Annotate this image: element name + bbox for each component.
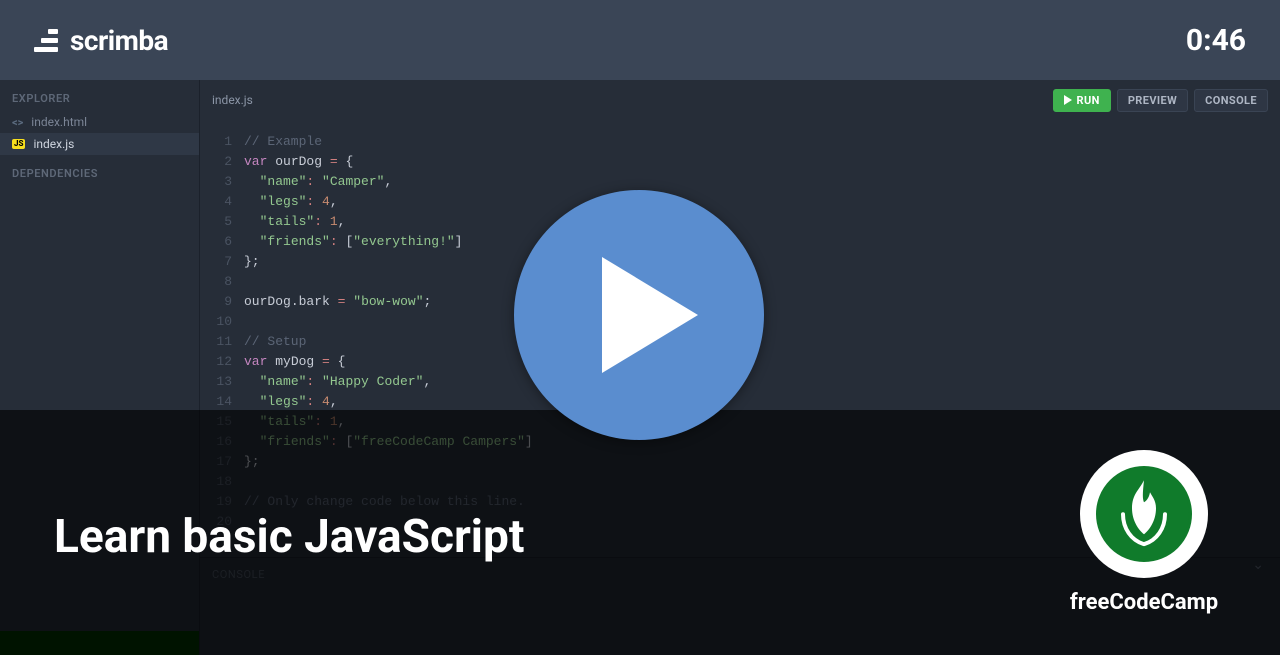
line-number: 12 (200, 352, 244, 372)
org-name: freeCodeCamp (1070, 590, 1218, 615)
line-number: 8 (200, 272, 244, 292)
code-line: 16 "friends": ["freeCodeCamp Campers"] (200, 432, 1280, 452)
line-number: 3 (200, 172, 244, 192)
code-line: 3 "name": "Camper", (200, 172, 1280, 192)
line-number: 2 (200, 152, 244, 172)
html-file-icon: <> (12, 116, 23, 129)
play-icon (1064, 95, 1072, 105)
video-timestamp: 0:46 (1186, 23, 1246, 58)
preview-button[interactable]: PREVIEW (1117, 89, 1188, 112)
code-content: }; (244, 252, 260, 272)
run-button[interactable]: RUN (1053, 89, 1111, 112)
editor-tab-title[interactable]: index.js (212, 93, 253, 107)
code-content: // Example (244, 132, 322, 152)
code-line: 1// Example (200, 132, 1280, 152)
code-content: "friends": ["freeCodeCamp Campers"] (244, 432, 533, 452)
code-content: "legs": 4, (244, 192, 338, 212)
code-content: }; (244, 452, 260, 472)
code-content: "name": "Camper", (244, 172, 392, 192)
line-number: 5 (200, 212, 244, 232)
code-content: var ourDog = { (244, 152, 353, 172)
preview-button-label: PREVIEW (1128, 94, 1177, 107)
line-number: 13 (200, 372, 244, 392)
line-number: 18 (200, 472, 244, 492)
code-line: 15 "tails": 1, (200, 412, 1280, 432)
code-line: 4 "legs": 4, (200, 192, 1280, 212)
course-author[interactable]: freeCodeCamp (1054, 450, 1234, 615)
line-number: 19 (200, 492, 244, 512)
play-icon (602, 257, 698, 373)
file-item-index-html[interactable]: <> index.html (0, 111, 199, 133)
file-item-index-js[interactable]: JS index.js (0, 133, 199, 155)
brand-name: scrimba (70, 24, 168, 57)
line-number: 1 (200, 132, 244, 152)
line-number: 15 (200, 412, 244, 432)
code-line: 14 "legs": 4, (200, 392, 1280, 412)
brand[interactable]: scrimba (34, 24, 168, 57)
line-number: 4 (200, 192, 244, 212)
line-number: 6 (200, 232, 244, 252)
play-video-button[interactable] (514, 190, 764, 440)
line-number: 16 (200, 432, 244, 452)
code-content: // Only change code below this line. (244, 492, 525, 512)
console-button[interactable]: CONSOLE (1194, 89, 1268, 112)
dependencies-heading: DEPENDENCIES (0, 155, 199, 186)
line-number: 7 (200, 252, 244, 272)
freecodecamp-badge (1080, 450, 1208, 578)
code-content: // Setup (244, 332, 306, 352)
code-content: "friends": ["everything!"] (244, 232, 462, 252)
lesson-title: Learn basic JavaScript (54, 510, 524, 564)
line-number: 11 (200, 332, 244, 352)
explorer-heading: EXPLORER (0, 80, 199, 111)
js-file-icon: JS (12, 139, 25, 149)
code-content: var myDog = { (244, 352, 345, 372)
console-button-label: CONSOLE (1205, 94, 1257, 107)
code-line: 5 "tails": 1, (200, 212, 1280, 232)
line-number: 10 (200, 312, 244, 332)
code-content: "name": "Happy Coder", (244, 372, 431, 392)
run-button-label: RUN (1077, 94, 1100, 107)
line-number: 17 (200, 452, 244, 472)
code-content: "tails": 1, (244, 212, 345, 232)
file-name: index.js (33, 137, 74, 151)
scrimba-logo-icon (34, 29, 58, 52)
line-number: 14 (200, 392, 244, 412)
code-line: 2var ourDog = { (200, 152, 1280, 172)
file-name: index.html (31, 115, 87, 129)
sidebar-footer-strip (0, 631, 199, 655)
flame-icon (1115, 476, 1173, 546)
code-content: "tails": 1, (244, 412, 345, 432)
line-number: 9 (200, 292, 244, 312)
code-content: ourDog.bark = "bow-wow"; (244, 292, 431, 312)
chevron-down-icon[interactable]: ⌄ (1252, 557, 1264, 573)
sidebar: EXPLORER <> index.html JS index.js DEPENDEN… (0, 80, 200, 655)
code-content: "legs": 4, (244, 392, 338, 412)
